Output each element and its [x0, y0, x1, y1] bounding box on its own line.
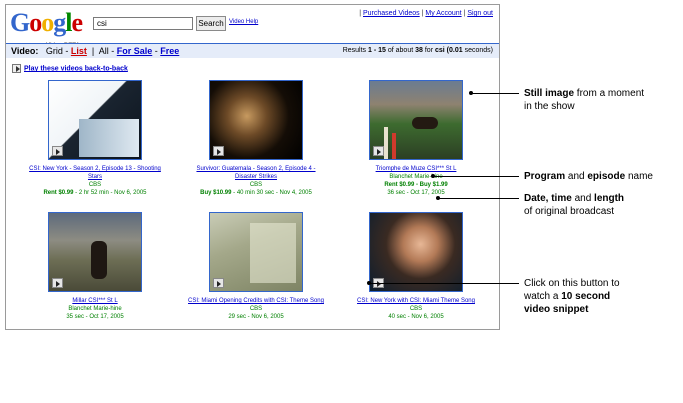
video-result: CSI: Miami Opening Credits with CSI: The…	[186, 212, 326, 321]
purchased-videos-link[interactable]: Purchased Videos	[363, 10, 420, 17]
play-snippet-icon[interactable]	[213, 146, 224, 156]
play-all-row: Play these videos back-to-back	[12, 64, 128, 73]
annotation-still-image: Still image from a moment in the show	[524, 88, 645, 112]
annotation-program-name: Program and episode name	[524, 171, 653, 182]
video-result: CSI: New York with CSI: Miami Theme Song…	[346, 212, 486, 321]
video-thumbnail[interactable]	[209, 212, 303, 292]
video-thumbnail[interactable]	[369, 212, 463, 292]
video-label: Video:	[11, 46, 39, 56]
callout-line	[471, 93, 519, 94]
video-title-link[interactable]: CSI: New York with CSI: Miami Theme Song	[346, 297, 486, 305]
my-account-link[interactable]: My Account	[425, 10, 461, 17]
video-result: Survivor: Guatemala - Season 2, Episode …	[186, 80, 326, 197]
annotation-snippet-button: Click on this button to watch a 10 secon…	[524, 278, 620, 315]
filter-for-sale-link[interactable]: For Sale	[117, 46, 153, 56]
video-results-bar: Video: Grid - List | All - For Sale - Fr…	[6, 43, 499, 58]
video-network: Blanchet Marie-hine	[389, 174, 443, 180]
video-meta: Buy $10.99 - 40 min 30 sec - Nov 4, 2005	[200, 190, 312, 196]
video-meta: 40 sec - Nov 6, 2005	[388, 314, 444, 320]
account-links: | Purchased Videos | My Account | Sign o…	[359, 10, 493, 17]
video-meta: 36 sec - Oct 17, 2005	[387, 190, 445, 196]
callout-line	[433, 176, 519, 177]
annotation-date-time: Date, time and length of original broadc…	[524, 193, 625, 217]
video-title-link[interactable]: CSI: New York - Season 2, Episode 13 - S…	[25, 165, 165, 181]
sign-out-link[interactable]: Sign out	[467, 10, 493, 17]
play-snippet-icon[interactable]	[213, 278, 224, 288]
video-thumbnail[interactable]	[48, 80, 142, 160]
video-title-link[interactable]: CSI: Miami Opening Credits with CSI: The…	[186, 297, 326, 305]
search-button[interactable]: Search	[196, 16, 226, 31]
view-grid: Grid	[45, 46, 63, 56]
video-network: CBS	[88, 182, 102, 188]
video-meta: 35 sec - Oct 17, 2005	[66, 314, 124, 320]
view-list-link[interactable]: List	[71, 46, 87, 56]
video-thumbnail[interactable]	[369, 80, 463, 160]
video-result: Triomphe de Muze CSI*** St L Blanchet Ma…	[346, 80, 486, 197]
google-logo[interactable]: Google Video BETA	[10, 10, 88, 50]
video-meta: Rent $0.99 - 2 hr 52 min - Nov 6, 2005	[43, 190, 147, 196]
filter-free-link[interactable]: Free	[160, 46, 179, 56]
video-network: CBS	[249, 306, 263, 312]
results-count: Results 1 - 15 of about 38 for csi (0.01…	[342, 47, 493, 54]
video-meta: 29 sec - Nov 6, 2005	[228, 314, 284, 320]
video-network: Blanchet Marie-hine	[68, 306, 122, 312]
play-snippet-icon[interactable]	[52, 278, 63, 288]
filter-all: All	[98, 46, 109, 56]
google-video-page: Google Video BETA Search Video Help | Pu…	[5, 4, 500, 330]
video-network: CBS	[409, 306, 423, 312]
video-thumbnail[interactable]	[48, 212, 142, 292]
play-snippet-icon[interactable]	[373, 146, 384, 156]
video-result: CSI: New York - Season 2, Episode 13 - S…	[25, 80, 165, 197]
video-title-link[interactable]: Survivor: Guatemala - Season 2, Episode …	[186, 165, 326, 181]
play-icon[interactable]	[12, 64, 21, 73]
video-help-link[interactable]: Video Help	[229, 19, 258, 25]
video-price: Rent $0.99 - Buy $1.99	[384, 182, 448, 188]
video-result: Millar CSI*** St L Blanchet Marie-hine 3…	[25, 212, 165, 321]
play-snippet-icon[interactable]	[52, 146, 63, 156]
callout-line	[438, 198, 519, 199]
video-title-link[interactable]: Millar CSI*** St L	[25, 297, 165, 305]
play-all-link[interactable]: Play these videos back-to-back	[24, 65, 128, 72]
search-input[interactable]	[93, 17, 193, 30]
video-network: CBS	[249, 182, 263, 188]
video-thumbnail[interactable]	[209, 80, 303, 160]
callout-line	[369, 283, 519, 284]
video-title-link[interactable]: Triomphe de Muze CSI*** St L	[346, 165, 486, 173]
